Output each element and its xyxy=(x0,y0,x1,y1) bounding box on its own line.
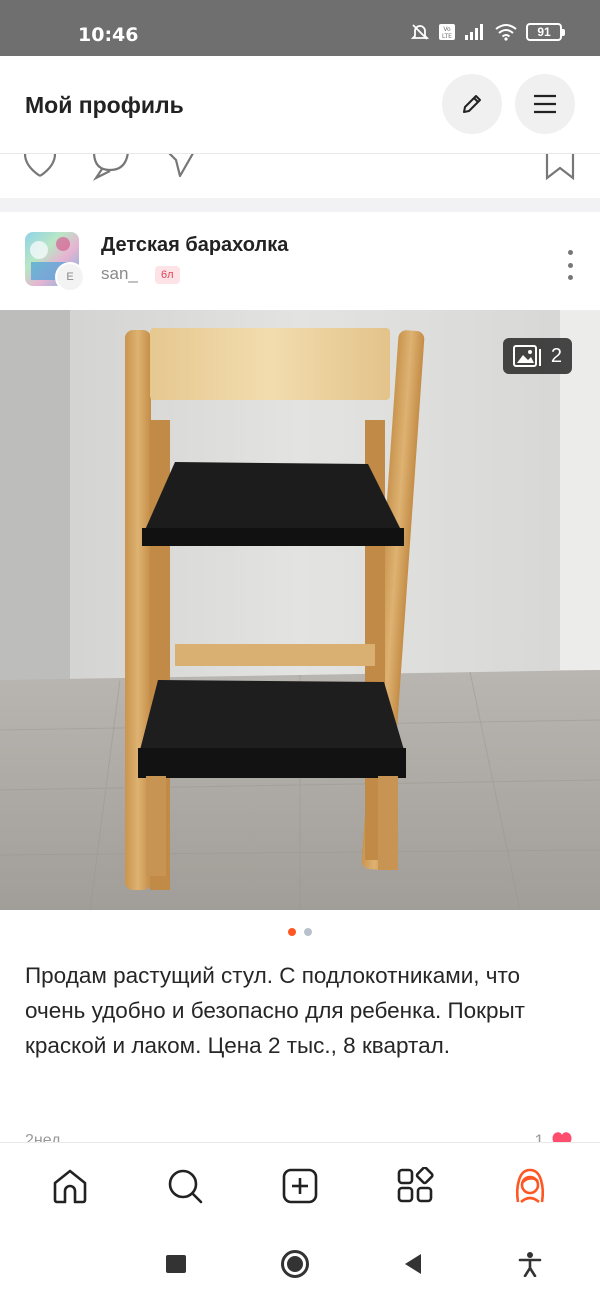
age-badge: 6л xyxy=(155,266,180,284)
status-bar: 10:46 Vo LTE 91 xyxy=(0,0,600,56)
app-header: Мой профиль xyxy=(0,56,600,154)
signal-icon xyxy=(465,24,483,40)
post-photo[interactable]: 2 xyxy=(0,310,600,910)
share-icon[interactable] xyxy=(162,154,202,180)
volte-icon: VoLTE xyxy=(439,24,455,40)
tab-profile[interactable] xyxy=(500,1156,560,1216)
carousel-indicator xyxy=(0,928,600,940)
more-dot-icon xyxy=(567,250,573,255)
page-title: Мой профиль xyxy=(25,92,184,118)
author-name[interactable]: san_ xyxy=(101,264,138,284)
svg-text:LTE: LTE xyxy=(442,33,452,40)
previous-post-actions xyxy=(0,154,600,198)
carousel-dot[interactable] xyxy=(304,928,312,936)
like-icon[interactable] xyxy=(22,154,58,180)
bookmark-icon[interactable] xyxy=(544,154,576,182)
group-name[interactable]: Детская барахолка xyxy=(101,234,288,257)
chair-photo xyxy=(0,310,600,910)
feed-separator xyxy=(0,198,600,212)
status-time: 10:46 xyxy=(78,24,139,46)
hamburger-menu-icon xyxy=(534,94,556,114)
add-post-icon xyxy=(282,1168,318,1203)
tab-home[interactable] xyxy=(40,1156,100,1216)
services-icon xyxy=(397,1166,434,1202)
pencil-icon xyxy=(463,95,481,113)
tab-search[interactable] xyxy=(155,1156,215,1216)
tab-create[interactable] xyxy=(270,1156,330,1216)
recents-button[interactable] xyxy=(166,1254,186,1273)
photo-counter: 2 xyxy=(502,338,572,374)
menu-button[interactable] xyxy=(515,74,575,134)
back-button[interactable] xyxy=(403,1253,423,1275)
author-avatar[interactable]: E xyxy=(55,262,85,292)
tab-services[interactable] xyxy=(385,1156,445,1216)
accessibility-icon[interactable] xyxy=(518,1251,542,1277)
profile-icon xyxy=(516,1168,545,1203)
home-icon xyxy=(53,1169,86,1203)
post-description: Продам растущий стул. С подлокотниками, … xyxy=(25,963,525,1058)
gallery-icon xyxy=(512,345,541,367)
edit-button[interactable] xyxy=(442,74,502,134)
carousel-dot-active[interactable] xyxy=(288,928,296,936)
home-button[interactable] xyxy=(280,1249,309,1278)
photo-count: 2 xyxy=(550,344,562,367)
search-icon xyxy=(168,1169,203,1203)
system-nav-bar xyxy=(0,1228,600,1299)
svg-text:Vo: Vo xyxy=(443,26,451,33)
mute-bell-icon xyxy=(410,24,430,40)
post-header: E Детская барахолка san_ 6л xyxy=(0,212,600,310)
bottom-tab-bar xyxy=(0,1142,600,1228)
wifi-icon xyxy=(495,24,517,41)
more-options-button[interactable] xyxy=(566,250,574,280)
battery-icon: 91 xyxy=(526,23,565,41)
comment-icon[interactable] xyxy=(90,154,132,182)
